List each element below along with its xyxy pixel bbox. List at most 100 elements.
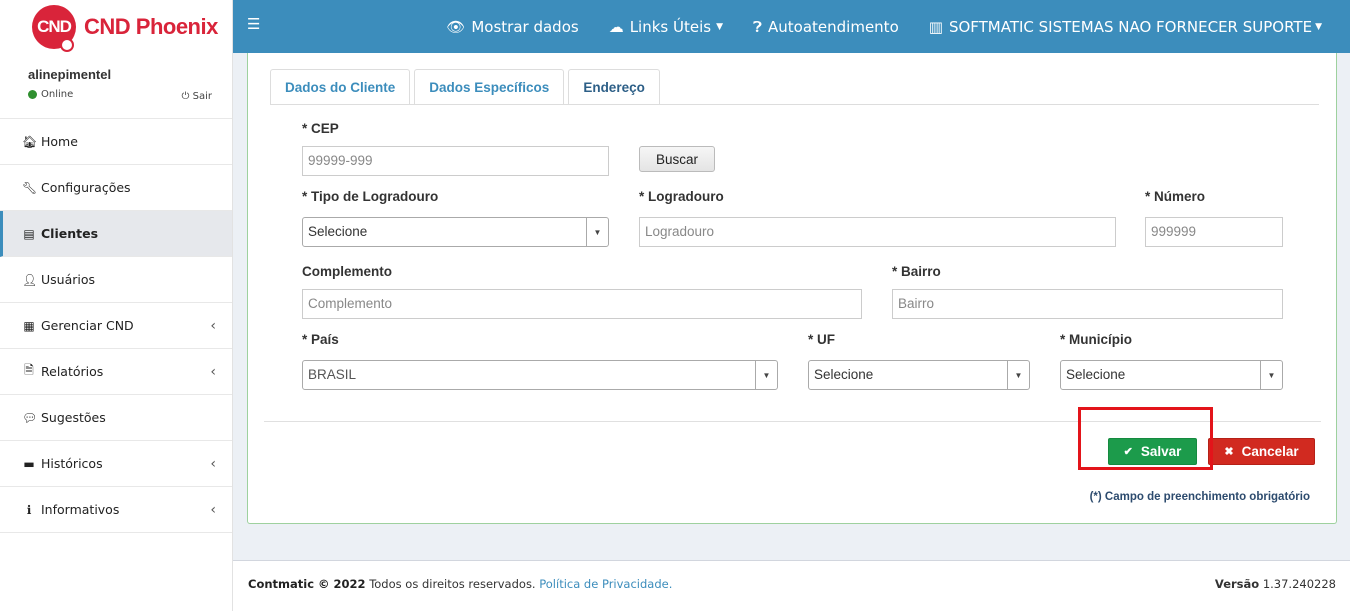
sidebar-item-label: Usuários	[41, 272, 96, 287]
nav-mostrar-dados[interactable]: 👁︎ Mostrar dados	[446, 18, 578, 36]
dropdown-arrow-icon: ▼	[1007, 361, 1029, 389]
info-icon: ℹ	[26, 502, 32, 517]
caret-down-icon: ▼	[1315, 21, 1322, 32]
user-name: alinepimentel	[28, 67, 112, 82]
chevron-left-icon: ‹	[210, 501, 216, 518]
sidebar-item-home[interactable]: 🏠︎ Home	[0, 119, 232, 165]
form-box: Dados do Cliente Dados Específicos Ender…	[247, 53, 1337, 524]
copyright: Contmatic © 2022 Todos os direitos reser…	[248, 577, 672, 591]
tipo-logradouro-select[interactable]: Selecione ▼	[302, 217, 609, 247]
power-icon: ⏻	[181, 91, 190, 102]
user-panel: alinepimentel Online ⏻ Sair	[0, 53, 232, 119]
uf-label: * UF	[808, 332, 835, 347]
sidebar-item-label: Sugestões	[41, 410, 106, 425]
cep-input[interactable]: 99999-999	[302, 146, 609, 176]
numero-input[interactable]: 999999	[1145, 217, 1283, 247]
required-fields-note: (*) Campo de preenchimento obrigatório	[1089, 491, 1310, 503]
pais-label: * País	[302, 332, 339, 347]
version-number: 1.37.240228	[1259, 577, 1336, 591]
tab-endereco[interactable]: Endereço	[568, 69, 660, 105]
sidebar-item-label: Históricos	[41, 456, 103, 471]
tipo-logradouro-label: * Tipo de Logradouro	[302, 189, 439, 204]
complemento-label: Complemento	[302, 264, 393, 279]
archive-icon: ▬	[23, 456, 35, 471]
bairro-input[interactable]: Bairro	[892, 289, 1283, 319]
copyright-brand: Contmatic © 2022	[248, 577, 366, 591]
sidebar-item-relatorios[interactable]: 🗎 Relatórios ‹	[0, 349, 232, 395]
version-label: Versão	[1214, 577, 1260, 591]
building-icon: ▥	[928, 17, 943, 36]
status-text: Online	[41, 89, 74, 100]
logout-link[interactable]: ⏻ Sair	[182, 91, 212, 102]
sidebar-item-label: Configurações	[41, 180, 131, 195]
nav-links-label: Links Úteis	[629, 17, 712, 36]
tab-dados-especificos[interactable]: Dados Específicos	[414, 69, 565, 105]
logo-badge-icon	[60, 37, 74, 52]
bairro-label: * Bairro	[892, 264, 941, 279]
close-icon: ✖	[1224, 446, 1234, 458]
cancel-label: Cancelar	[1241, 444, 1299, 459]
cancel-button[interactable]: ✖ Cancelar	[1208, 438, 1315, 465]
calendar-icon: ▦	[23, 318, 35, 333]
caret-down-icon: ▼	[716, 21, 723, 32]
pais-select[interactable]: BRASIL ▼	[302, 360, 778, 390]
municipio-label: * Município	[1060, 332, 1132, 347]
wrench-icon: 🔧︎	[22, 180, 38, 195]
logradouro-label: * Logradouro	[639, 189, 724, 204]
tab-divider	[270, 104, 1319, 105]
logo[interactable]: CND CND Phoenix	[0, 0, 232, 53]
municipio-value: Selecione	[1066, 367, 1126, 382]
home-icon: 🏠︎	[22, 134, 38, 149]
file-icon: 🗎	[24, 363, 34, 377]
municipio-select[interactable]: Selecione ▼	[1060, 360, 1283, 390]
privacy-link[interactable]: Política de Privacidade.	[539, 577, 672, 591]
sidebar-item-label: Clientes	[41, 226, 99, 241]
sidebar-item-sugestoes[interactable]: 💬︎ Sugestões	[0, 395, 232, 441]
sidebar-item-label: Gerenciar CND	[41, 318, 134, 333]
sidebar-item-label: Relatórios	[41, 364, 104, 379]
version-info: Versão 1.37.240228	[1215, 577, 1336, 591]
navbar-items: 👁︎ Mostrar dados ☁ Links Úteis ▼ ❓︎ Auto…	[416, 0, 1322, 53]
comments-icon: 💬︎	[22, 410, 38, 425]
cloud-icon: ☁	[608, 17, 624, 36]
logo-mark: CND	[32, 4, 76, 52]
buscar-button[interactable]: Buscar	[639, 146, 715, 172]
user-icon: 👤︎	[22, 272, 38, 287]
uf-select[interactable]: Selecione ▼	[808, 360, 1030, 390]
chevron-left-icon: ‹	[210, 363, 216, 380]
hamburger-menu-icon[interactable]: ☰	[247, 15, 260, 33]
nav-links-uteis[interactable]: ☁ Links Úteis ▼	[609, 18, 723, 36]
question-circle-icon: ❓︎	[753, 17, 763, 36]
chevron-left-icon: ‹	[210, 317, 216, 334]
page-footer: Contmatic © 2022 Todos os direitos reser…	[233, 560, 1350, 611]
sidebar-item-clientes[interactable]: ▤ Clientes	[0, 211, 232, 257]
logout-label: Sair	[192, 91, 212, 102]
sidebar-item-configuracoes[interactable]: 🔧︎ Configurações	[0, 165, 232, 211]
brand-name: CND Phoenix	[84, 13, 218, 39]
sidebar-item-label: Informativos	[41, 502, 120, 517]
sidebar-item-gerenciar-cnd[interactable]: ▦ Gerenciar CND ‹	[0, 303, 232, 349]
eye-icon: 👁︎	[446, 17, 466, 36]
logo-mark-text: CND	[37, 16, 72, 36]
complemento-input[interactable]: Complemento	[302, 289, 862, 319]
nav-auto-label: Autoatendimento	[768, 17, 899, 36]
nav-company-label: SOFTMATIC SISTEMAS NAO FORNECER SUPORTE	[948, 17, 1313, 36]
sidebar-item-informativos[interactable]: ℹ Informativos ‹	[0, 487, 232, 533]
tab-bar: Dados do Cliente Dados Específicos Ender…	[270, 69, 664, 105]
sidebar-item-usuarios[interactable]: 👤︎ Usuários	[0, 257, 232, 303]
dropdown-arrow-icon: ▼	[586, 218, 608, 246]
nav-company[interactable]: ▥ SOFTMATIC SISTEMAS NAO FORNECER SUPORT…	[929, 18, 1322, 36]
online-dot-icon	[28, 90, 37, 99]
tab-dados-cliente[interactable]: Dados do Cliente	[270, 69, 411, 105]
highlight-box	[1078, 407, 1213, 470]
numero-label: * Número	[1145, 189, 1206, 204]
building-icon: ▤	[23, 226, 35, 241]
nav-mostrar-label: Mostrar dados	[471, 17, 579, 36]
copyright-text: Todos os direitos reservados.	[365, 577, 540, 591]
sidebar-item-label: Home	[41, 134, 78, 149]
logradouro-input[interactable]: Logradouro	[639, 217, 1116, 247]
top-navbar: ☰ 👁︎ Mostrar dados ☁ Links Úteis ▼ ❓︎ Au…	[233, 0, 1350, 53]
nav-autoatendimento[interactable]: ❓︎ Autoatendimento	[753, 18, 899, 36]
sidebar-item-historicos[interactable]: ▬ Históricos ‹	[0, 441, 232, 487]
dropdown-arrow-icon: ▼	[755, 361, 777, 389]
